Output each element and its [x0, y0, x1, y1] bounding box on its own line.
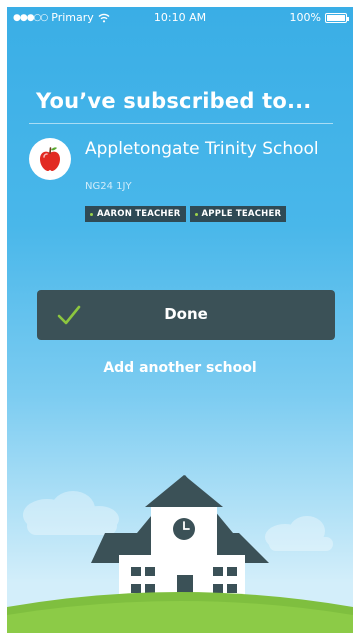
cloud-icon: [23, 491, 119, 535]
tag-badge: AARON TEACHER: [85, 206, 186, 222]
screen: ●●●○○ Primary 10:10 AM 100% You’ve subsc…: [7, 7, 353, 633]
school-postcode: NG24 1JY: [85, 181, 132, 192]
tag-label: APPLE TEACHER: [201, 209, 282, 219]
battery-label: 100%: [289, 11, 321, 24]
page-title: You’ve subscribed to...: [36, 89, 312, 113]
tag-label: AARON TEACHER: [97, 209, 181, 219]
apple-icon: [40, 147, 60, 171]
divider: [29, 123, 333, 124]
tag-dot-icon: [194, 212, 198, 216]
school-logo: [29, 138, 71, 180]
battery-icon: [325, 12, 349, 23]
tag-list: AARON TEACHER APPLE TEACHER: [85, 206, 287, 222]
status-bar: ●●●○○ Primary 10:10 AM 100%: [7, 7, 353, 29]
done-label: Done: [164, 305, 208, 323]
tower-roof: [145, 475, 223, 507]
tag-dot-icon: [90, 212, 93, 216]
status-right: 100%: [289, 11, 349, 24]
done-button[interactable]: Done: [37, 290, 335, 340]
school-building-illustration: [7, 475, 353, 633]
tag-badge: APPLE TEACHER: [189, 206, 287, 222]
add-another-school-link[interactable]: Add another school: [7, 360, 353, 376]
school-name: Appletongate Trinity School: [85, 139, 319, 159]
cloud-icon: [265, 516, 333, 551]
